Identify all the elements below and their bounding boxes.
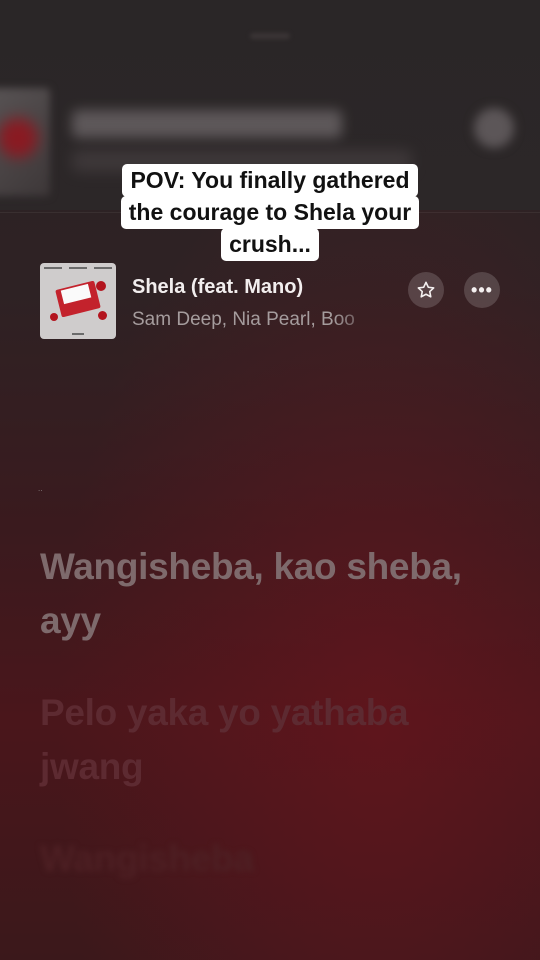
heart-icon — [0, 118, 38, 158]
lyric-line-next[interactable]: Pelo yaka yo yathaba jwang — [40, 686, 500, 794]
caption-line-2: the courage to Shela your — [120, 196, 420, 229]
lyric-line-current[interactable]: Wangisheba, kao sheba, ayy — [40, 540, 500, 648]
caption-line-3: crush... — [221, 228, 319, 261]
heart-icon — [50, 313, 58, 321]
heart-icon — [98, 311, 107, 320]
star-outline-icon — [417, 281, 435, 298]
album-art[interactable] — [40, 263, 116, 339]
track-title[interactable]: Shela (feat. Mano) — [132, 276, 303, 299]
favorite-button[interactable] — [408, 272, 444, 308]
video-caption: POV: You finally gathered the courage to… — [0, 164, 540, 261]
more-options-button[interactable]: ••• — [464, 272, 500, 308]
lyric-line-following[interactable]: Wangisheba — [40, 832, 500, 886]
caption-line-1: POV: You finally gathered — [122, 164, 418, 197]
album-art-text — [44, 267, 112, 269]
lyric-progress-dots: .. — [38, 484, 43, 493]
album-art-footer — [72, 333, 84, 335]
blurred-button — [474, 108, 514, 148]
heart-icon — [96, 281, 106, 291]
more-horizontal-icon: ••• — [471, 279, 493, 300]
drag-handle — [250, 33, 290, 39]
blurred-title — [72, 110, 342, 138]
track-artists[interactable]: Sam Deep, Nia Pearl, Boo — [132, 309, 378, 331]
